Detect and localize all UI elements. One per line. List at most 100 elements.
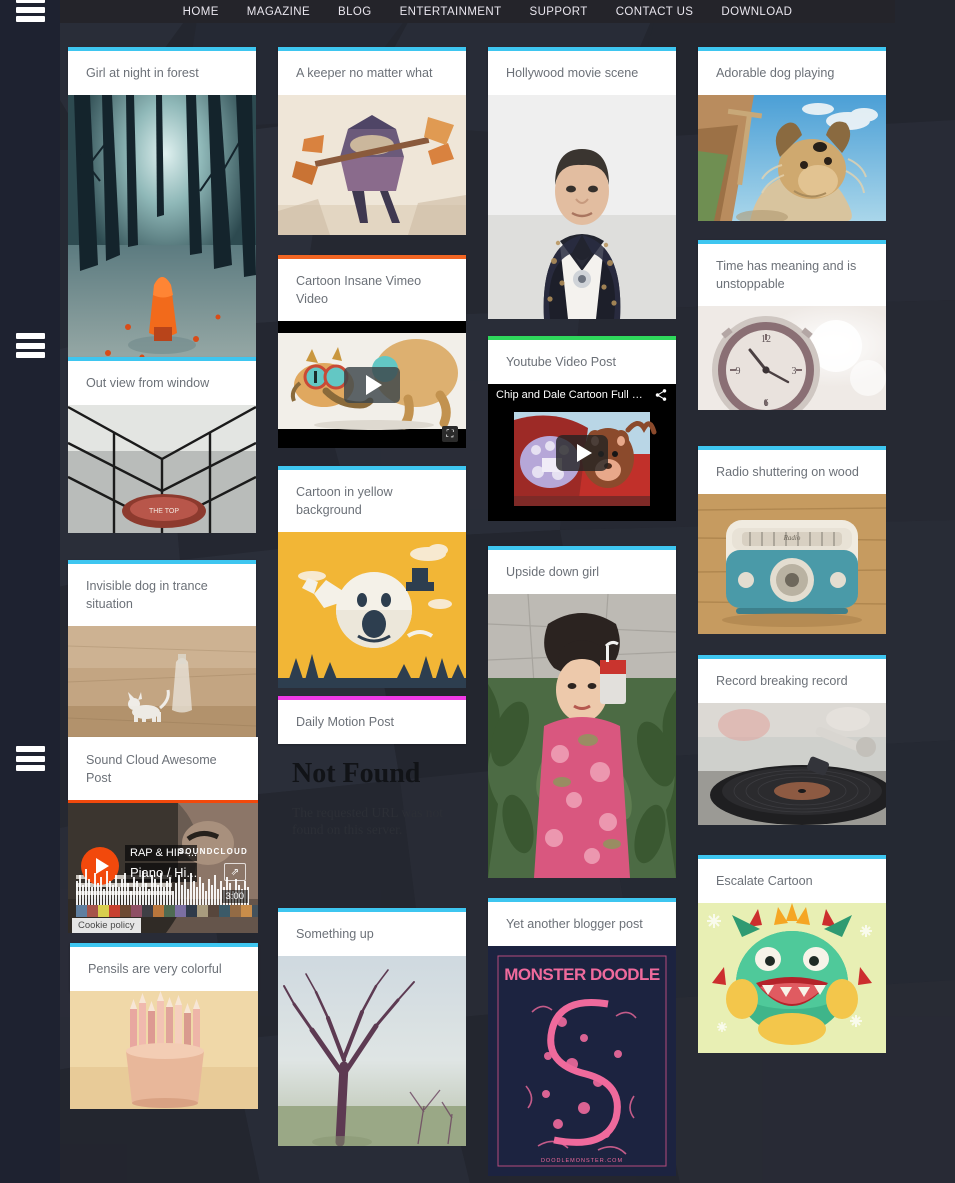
card-image-something-up [278,956,466,1146]
card-adorable-dog-playing[interactable]: Adorable dog playing [698,47,886,221]
nav-item-blog[interactable]: BLOG [338,6,372,18]
hamburger-bar [16,333,45,339]
share-icon[interactable] [654,388,668,402]
card-title: Record breaking record [716,674,848,688]
nav-item-contact-us[interactable]: CONTACT US [616,6,694,18]
hamburger-menu-icon-1[interactable] [16,0,45,22]
card-title: Upside down girl [506,565,600,579]
card-image-window: THE TOP [68,405,256,533]
card-soundcloud-post[interactable]: Sound Cloud Awesome Post RAP & HIP-... P… [68,737,258,933]
card-title: Pensils are very colorful [88,962,222,976]
vimeo-play-icon[interactable] [344,366,400,403]
nav-item-download[interactable]: DOWNLOAD [721,6,792,18]
card-image-girl-forest [68,95,256,361]
masonry-grid: Girl at night in forest Out view from wi… [0,0,955,1183]
error-message: The requested URL was not found on this … [292,805,443,837]
nav-item-support[interactable]: SUPPORT [530,6,588,18]
card-image-pencils [70,991,258,1109]
hamburger-bar [16,342,45,349]
svg-text:THE TOP: THE TOP [149,508,179,515]
card-daily-motion-post[interactable]: Daily Motion Post Not Found The requeste… [278,696,466,838]
card-title: Time has meaning and is unstoppable [716,259,857,291]
youtube-play-icon[interactable] [556,434,608,471]
card-radio-shuttering[interactable]: Radio shuttering on wood Radio [698,446,886,634]
card-image-keeper [278,95,466,235]
card-image-hollywood [488,95,676,319]
top-navigation-bar: HOME MAGAZINE BLOG ENTERTAINMENT SUPPORT… [60,0,895,23]
svg-text:DOODLEMONSTER.COM: DOODLEMONSTER.COM [541,1158,623,1164]
card-time-has-meaning[interactable]: Time has meaning and is unstoppable 12 3… [698,240,886,410]
svg-text:MONSTER DOODLE: MONSTER DOODLE [504,965,660,984]
card-title: Escalate Cartoon [716,874,813,888]
card-header: Radio shuttering on wood [698,446,886,494]
svg-text:6: 6 [764,398,769,409]
hamburger-bar [16,6,45,13]
cookie-policy-notice[interactable]: Cookie policy [72,918,141,933]
card-header: Sound Cloud Awesome Post [68,737,258,800]
card-header: Time has meaning and is unstoppable [698,240,886,306]
hamburger-bar [16,0,45,3]
soundcloud-duration: 3:00 [221,890,248,903]
nav-item-magazine[interactable]: MAGAZINE [247,6,310,18]
card-cartoon-yellow[interactable]: Cartoon in yellow background [278,466,466,688]
card-header: Hollywood movie scene [488,47,676,95]
svg-text:12: 12 [761,334,771,345]
hamburger-bar [16,16,45,22]
card-title: Cartoon Insane Vimeo Video [296,274,422,306]
soundcloud-comment-avatars[interactable] [76,905,258,917]
card-title: A keeper no matter what [296,66,433,80]
youtube-video-title[interactable]: Chip and Dale Cartoon Full Episodes... [496,389,648,401]
nav-item-home[interactable]: HOME [183,6,219,18]
card-header: Girl at night in forest [68,47,256,95]
card-title: Girl at night in forest [86,66,199,80]
daily-motion-error-block: Not Found The requested URL was not foun… [278,744,466,838]
card-header: Cartoon Insane Vimeo Video [278,255,466,321]
card-yet-another-blogger-post[interactable]: Yet another blogger post MONSTER DOODLE [488,898,676,1176]
card-upside-down-girl[interactable]: Upside down girl [488,546,676,878]
card-header: Youtube Video Post [488,336,676,384]
card-header: Invisible dog in trance situation [68,560,256,626]
card-header: Daily Motion Post [278,696,466,744]
hamburger-bar [16,765,45,771]
card-image-record [698,703,886,825]
svg-text:3: 3 [792,366,797,377]
card-title: Invisible dog in trance situation [86,579,208,611]
main-menu: HOME MAGAZINE BLOG ENTERTAINMENT SUPPORT… [163,6,793,18]
card-girl-at-night-in-forest[interactable]: Girl at night in forest [68,47,256,361]
card-out-view-from-window[interactable]: Out view from window THE TOP [68,357,256,533]
card-header: Adorable dog playing [698,47,886,95]
card-title: Radio shuttering on wood [716,465,859,479]
card-header: Record breaking record [698,655,886,703]
card-header: Pensils are very colorful [70,943,258,991]
card-vimeo-video[interactable]: Cartoon Insane Vimeo Video ⛶ [278,255,466,448]
card-something-up[interactable]: Something up [278,908,466,1146]
hamburger-bar [16,755,45,762]
card-header: Yet another blogger post [488,898,676,946]
youtube-player[interactable]: Chip and Dale Cartoon Full Episodes... [488,384,676,521]
soundcloud-player[interactable]: RAP & HIP-... Piano / Hi... SOUNDCLOUD ⇗ [68,803,258,933]
card-image-invisible-dog [68,626,256,742]
card-a-keeper[interactable]: A keeper no matter what [278,47,466,235]
card-title: Youtube Video Post [506,355,616,369]
card-header: Escalate Cartoon [698,855,886,903]
card-youtube-video-post[interactable]: Youtube Video Post Chip and Dale Cartoon… [488,336,676,521]
card-pensils-colorful[interactable]: Pensils are very colorful [70,943,258,1109]
card-header: Upside down girl [488,546,676,594]
svg-text:Radio: Radio [783,534,801,542]
fullscreen-icon[interactable]: ⛶ [442,426,458,442]
left-sidebar-rail [0,0,60,1183]
card-record-breaking-record[interactable]: Record breaking record [698,655,886,825]
hamburger-menu-icon-2[interactable] [16,333,45,358]
card-hollywood-movie-scene[interactable]: Hollywood movie scene [488,47,676,319]
card-title: Adorable dog playing [716,66,835,80]
hamburger-bar [16,746,45,752]
vimeo-player[interactable]: ⛶ [278,321,466,448]
error-title: Not Found [292,758,421,789]
nav-item-entertainment[interactable]: ENTERTAINMENT [400,6,502,18]
card-escalate-cartoon[interactable]: Escalate Cartoon [698,855,886,1053]
card-invisible-dog[interactable]: Invisible dog in trance situation [68,560,256,742]
hamburger-menu-icon-3[interactable] [16,746,45,771]
card-title: Out view from window [86,376,210,390]
card-title: Yet another blogger post [506,917,643,931]
card-header: Cartoon in yellow background [278,466,466,532]
